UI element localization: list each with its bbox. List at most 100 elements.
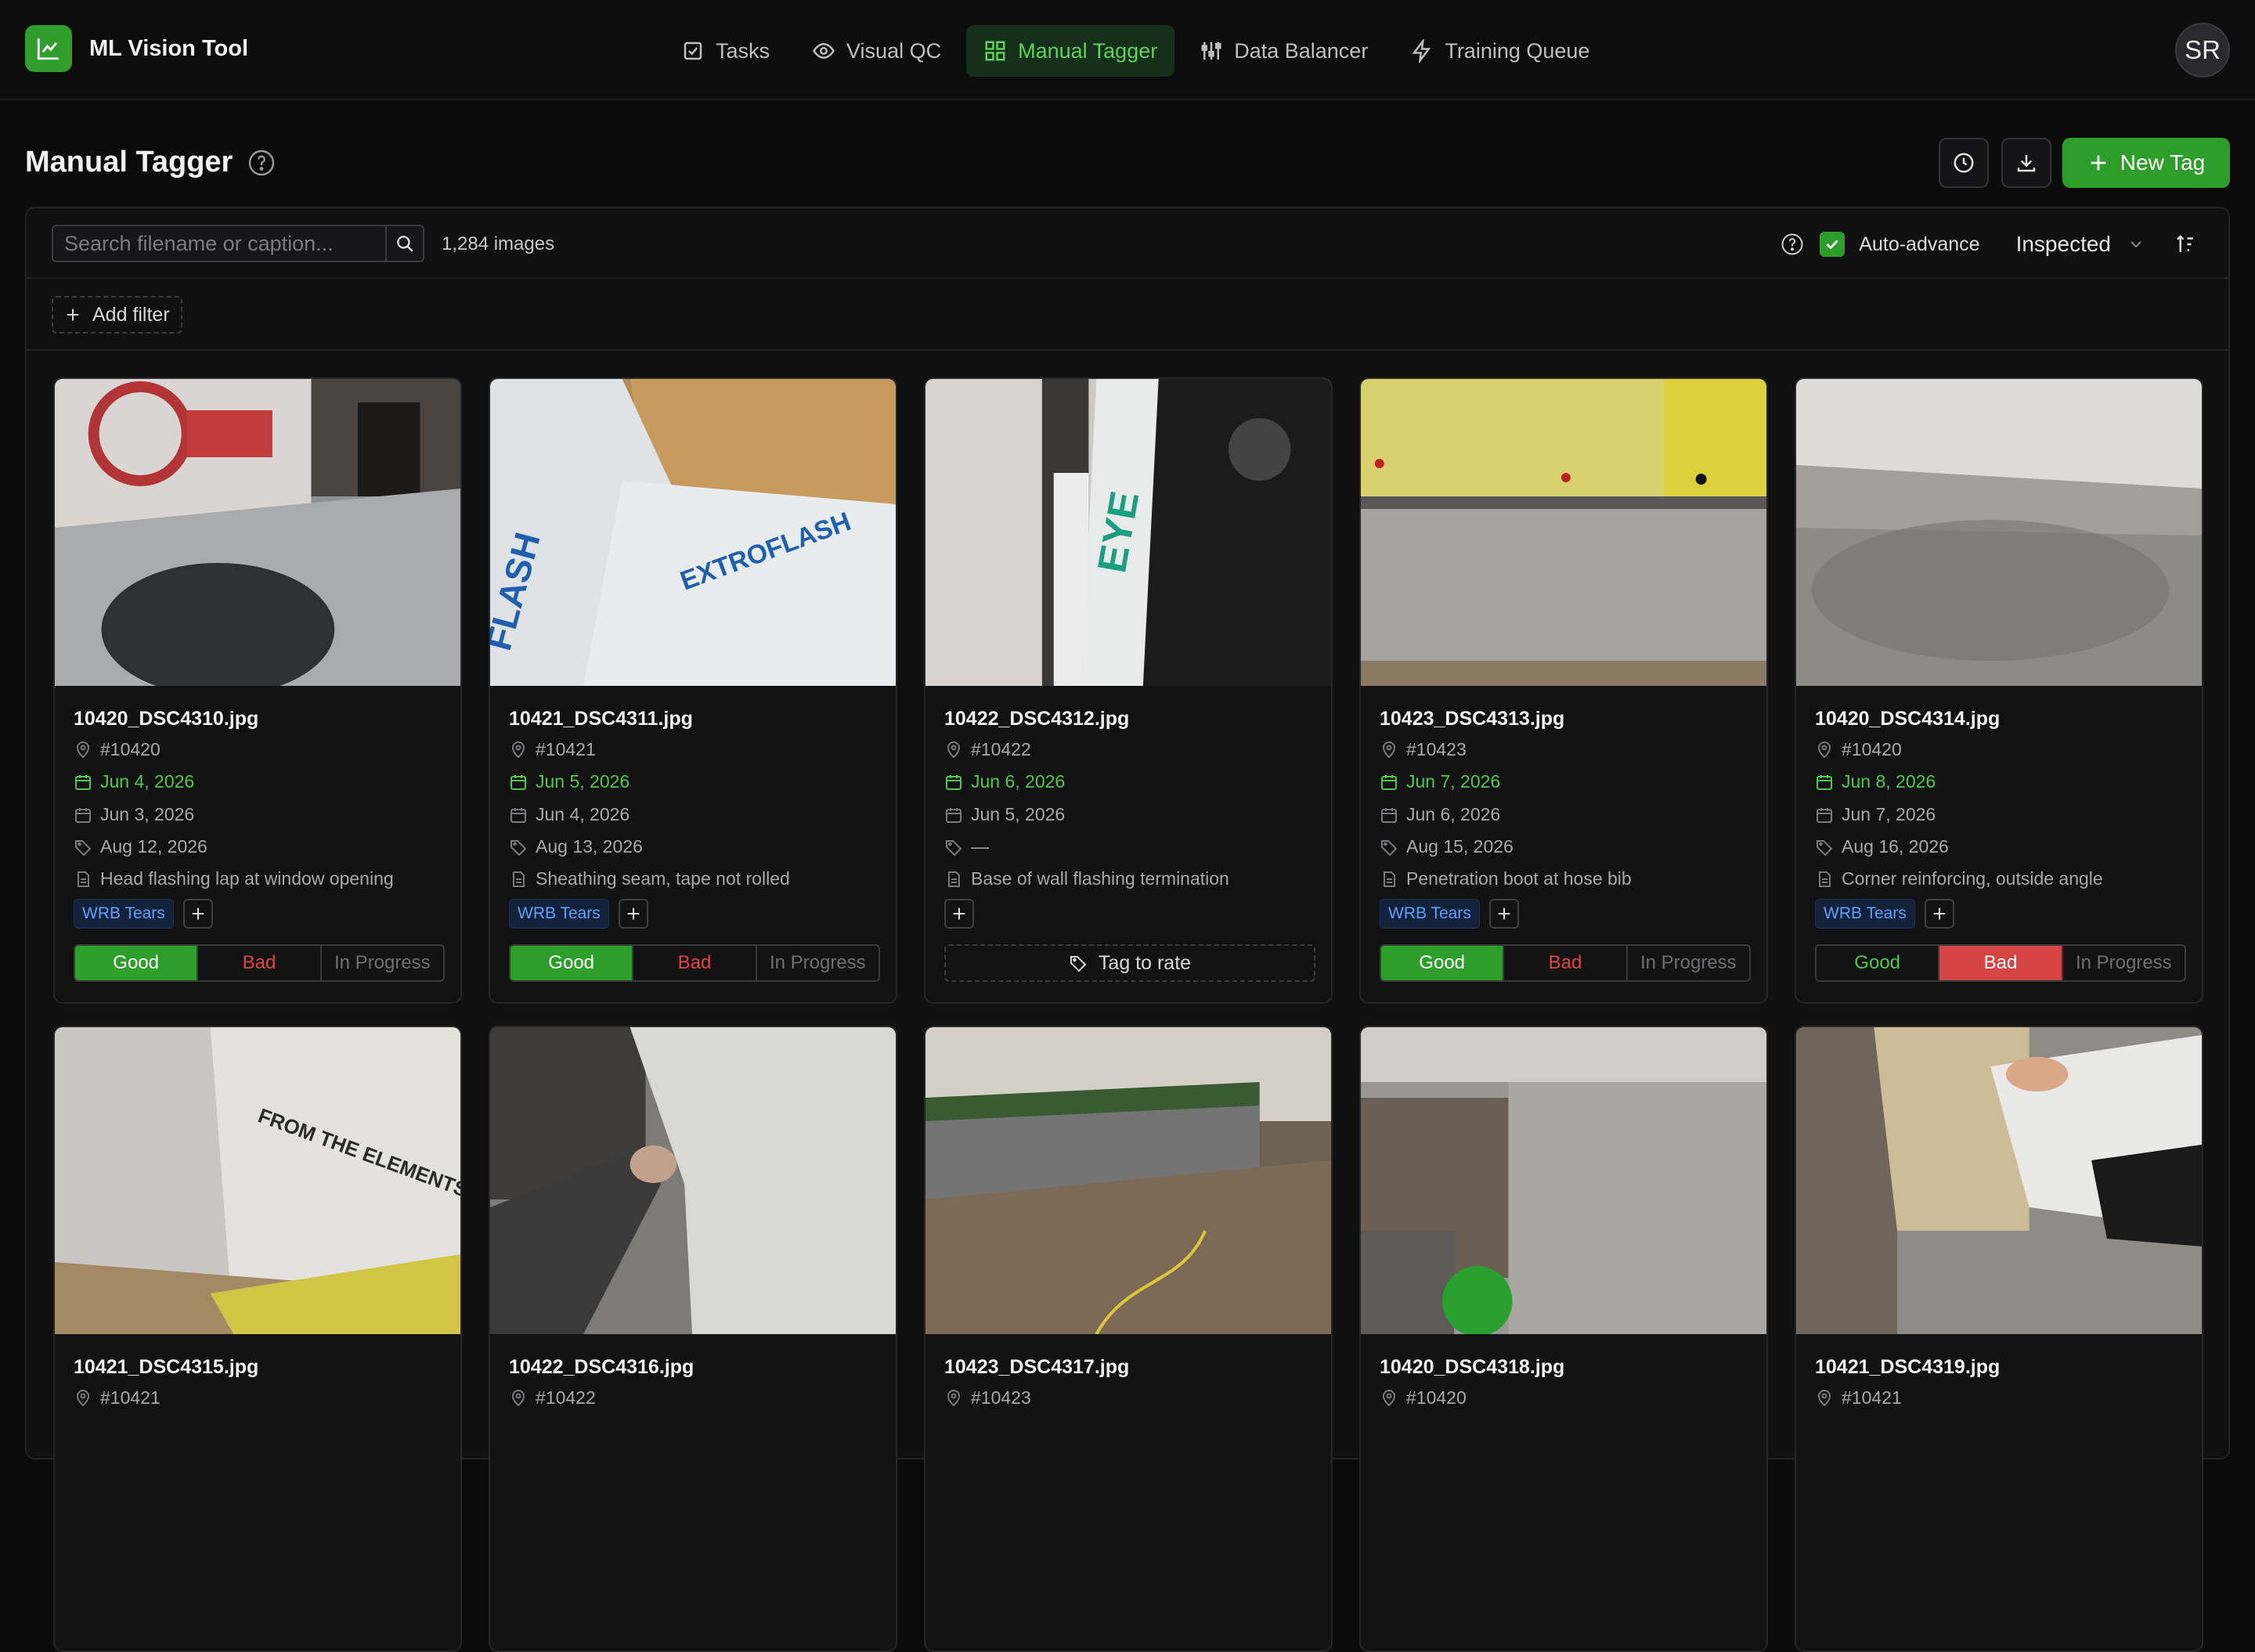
image-card[interactable]: 10420_DSC4318.jpg #10420 (1359, 1026, 1768, 1652)
job-number: #10421 (1815, 1387, 1902, 1409)
job-number: #10420 (1815, 739, 1902, 760)
document-icon (1384, 871, 1395, 887)
new-tag-button[interactable]: New Tag (2062, 138, 2230, 188)
filter-bar: Add filter (27, 279, 2228, 351)
thumbnail-image[interactable] (1796, 1027, 2202, 1334)
user-avatar[interactable]: SR (2175, 23, 2230, 78)
chevron-down-icon[interactable] (2127, 235, 2145, 254)
sort-icon[interactable] (2174, 233, 2197, 256)
toolbar: 1,284 images Auto-advance Inspected (27, 208, 2228, 279)
thumbnail-image[interactable] (1796, 379, 2202, 686)
thumbnail-image[interactable]: FROM THE ELEMENTS. (55, 1027, 460, 1334)
help-icon[interactable] (1781, 233, 1804, 256)
job-text: #10422 (536, 1387, 596, 1408)
tag-icon (946, 839, 962, 856)
bad-button[interactable]: Bad (198, 946, 322, 980)
add-filter-button[interactable]: Add filter (52, 296, 182, 334)
thumbnail-image[interactable] (925, 1027, 1331, 1334)
date-text: Jun 3, 2026 (100, 804, 195, 824)
top-nav: ML Vision Tool Tasks Visual QC Manual Ta… (0, 0, 2255, 100)
tag-chip[interactable]: WRB Tears (74, 899, 174, 929)
add-tag-button[interactable] (1924, 899, 1954, 929)
add-tag-button[interactable] (944, 899, 974, 929)
date-text: Aug 15, 2026 (1406, 836, 1514, 857)
image-card[interactable]: EXTROFLASH FLASH 10421_DSC4311.jpg #1042… (489, 377, 897, 1004)
good-button[interactable]: Good (1817, 946, 1940, 980)
nav-data-balancer[interactable]: Data Balancer (1182, 25, 1385, 77)
nav-label: Data Balancer (1234, 38, 1369, 63)
auto-advance-checkbox[interactable] (1820, 232, 1845, 257)
thumbnail-image[interactable]: EYE (925, 379, 1331, 686)
capture-date: Jun 4, 2026 (509, 804, 630, 825)
thumbnail-image[interactable]: EXTROFLASH FLASH (490, 379, 896, 686)
calendar-icon (75, 774, 91, 790)
download-icon (2017, 155, 2036, 172)
image-card[interactable]: 10420_DSC4310.jpg #10420 Jun 4, 2026 Jun… (53, 377, 462, 1004)
tag-chip[interactable]: WRB Tears (509, 899, 609, 929)
page-title: Manual Tagger (25, 146, 233, 179)
date-text: Jun 5, 2026 (971, 804, 1066, 824)
rating-control: Good Bad In Progress (74, 944, 445, 982)
image-card[interactable]: 10420_DSC4314.jpg #10420 Jun 8, 2026 Jun… (1795, 377, 2203, 1004)
search-input[interactable] (53, 226, 385, 261)
image-card[interactable]: FROM THE ELEMENTS. 10421_DSC4315.jpg #10… (53, 1026, 462, 1652)
capture-date: Jun 5, 2026 (944, 804, 1065, 825)
nav-training-queue[interactable]: Training Queue (1393, 25, 1607, 77)
calendar-icon (1817, 774, 1832, 790)
in-progress-button[interactable]: In Progress (2063, 946, 2185, 980)
job-text: #10423 (971, 1387, 1031, 1408)
image-card[interactable]: 10421_DSC4319.jpg #10421 (1795, 1026, 2203, 1652)
search-button[interactable] (387, 225, 424, 262)
bad-button[interactable]: Bad (633, 946, 757, 980)
image-card[interactable]: 10423_DSC4313.jpg #10423 Jun 7, 2026 Jun… (1359, 377, 1768, 1004)
tag-chip[interactable]: WRB Tears (1815, 899, 1915, 929)
tag-to-rate-button[interactable]: Tag to rate (944, 944, 1315, 982)
auto-advance-label: Auto-advance (1859, 233, 1980, 255)
status-select[interactable]: Inspected (2016, 232, 2111, 257)
filename: 10421_DSC4311.jpg (509, 708, 693, 730)
help-icon[interactable] (247, 149, 276, 177)
download-button[interactable] (2001, 138, 2051, 188)
tag-chip[interactable]: WRB Tears (1380, 899, 1480, 929)
job-text: #10420 (1406, 1387, 1467, 1408)
page-header: Manual Tagger New Tag (25, 138, 2230, 189)
image-card[interactable]: 10423_DSC4317.jpg #10423 (924, 1026, 1333, 1652)
job-number: #10420 (1380, 1387, 1467, 1409)
bad-button[interactable]: Bad (1939, 946, 2063, 980)
calendar-icon (946, 807, 962, 823)
in-progress-button[interactable]: In Progress (1628, 946, 1749, 980)
add-tag-button[interactable] (182, 899, 213, 929)
add-tag-button[interactable] (1488, 899, 1519, 929)
add-tag-button[interactable] (618, 899, 648, 929)
nav-tasks[interactable]: Tasks (664, 25, 787, 77)
caption: Corner reinforcing, outside angle (1815, 868, 2103, 889)
date-text: Aug 12, 2026 (100, 836, 207, 857)
good-button[interactable]: Good (511, 946, 634, 980)
search-field[interactable] (52, 225, 387, 262)
in-progress-button[interactable]: In Progress (322, 946, 443, 980)
image-card[interactable]: EYE 10422_DSC4312.jpg #10422 Jun 6, 2026… (924, 377, 1333, 1004)
history-button[interactable] (1939, 138, 1989, 188)
good-button[interactable]: Good (1381, 946, 1505, 980)
tagged-date: Aug 13, 2026 (509, 836, 643, 857)
plus-icon (67, 308, 79, 321)
filename: 10420_DSC4318.jpg (1380, 1356, 1565, 1378)
job-number: #10423 (944, 1387, 1031, 1409)
tagged-date: Aug 15, 2026 (1380, 836, 1514, 857)
thumbnail-image[interactable] (1361, 379, 1766, 686)
image-card[interactable]: 10422_DSC4316.jpg #10422 (489, 1026, 897, 1652)
thumbnail-image[interactable] (490, 1027, 896, 1334)
in-progress-button[interactable]: In Progress (757, 946, 879, 980)
capture-date: Jun 3, 2026 (74, 804, 194, 825)
brand[interactable]: ML Vision Tool (25, 25, 248, 72)
tagged-date: — (944, 836, 989, 857)
thumbnail-image[interactable] (1361, 1027, 1766, 1334)
rating-control: Good Bad In Progress (1380, 944, 1751, 982)
thumbnail-image[interactable] (55, 379, 460, 686)
bad-button[interactable]: Bad (1504, 946, 1628, 980)
inspection-date: Jun 5, 2026 (509, 771, 630, 792)
good-button[interactable]: Good (75, 946, 199, 980)
nav-visual-qc[interactable]: Visual QC (795, 25, 958, 77)
tag-list: WRB Tears (1380, 899, 1519, 929)
nav-manual-tagger[interactable]: Manual Tagger (966, 25, 1175, 77)
